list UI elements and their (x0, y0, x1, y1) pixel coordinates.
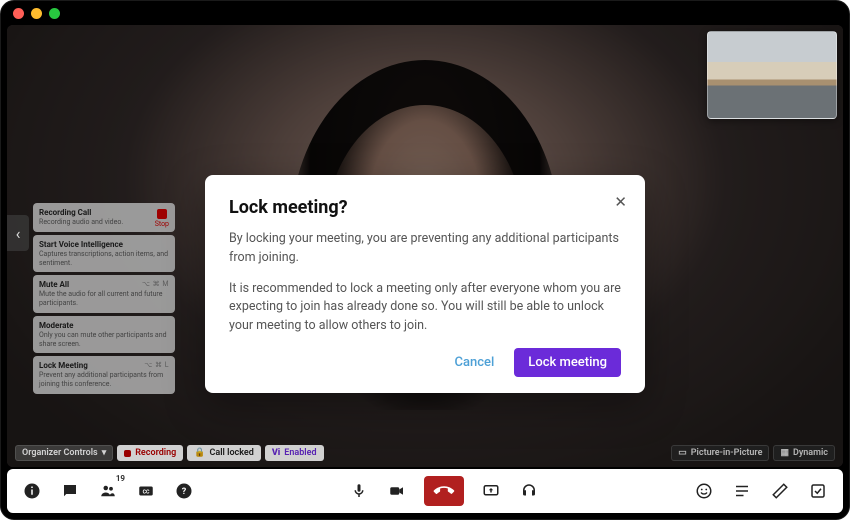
tasks-icon[interactable] (807, 480, 829, 502)
modal-body-1: By locking your meeting, you are prevent… (229, 230, 621, 268)
cc-icon[interactable]: CC (135, 480, 157, 502)
window-zoom-dot[interactable] (49, 8, 60, 19)
video-stage: ‹ Recording Call Recording audio and vid… (7, 25, 843, 467)
notes-icon[interactable] (731, 480, 753, 502)
toolbar-right-group (693, 480, 829, 502)
participants-icon[interactable]: 19 (97, 480, 119, 502)
titlebar (1, 1, 849, 25)
modal-close-button[interactable]: ✕ (610, 189, 631, 215)
toolbar-left-group: 19 CC ? (21, 480, 195, 502)
chat-icon[interactable] (59, 480, 81, 502)
camera-icon[interactable] (386, 480, 408, 502)
svg-text:?: ? (182, 487, 187, 497)
mic-icon[interactable] (348, 480, 370, 502)
close-icon: ✕ (614, 193, 627, 211)
headset-icon[interactable] (518, 480, 540, 502)
modal-body-2: It is recommended to lock a meeting only… (229, 280, 621, 336)
cancel-button[interactable]: Cancel (441, 348, 509, 377)
window-minimize-dot[interactable] (31, 8, 42, 19)
app-window: ‹ Recording Call Recording audio and vid… (0, 0, 850, 520)
lock-meeting-button[interactable]: Lock meeting (514, 348, 621, 377)
svg-text:CC: CC (143, 489, 150, 495)
modal-title: Lock meeting? (229, 197, 621, 218)
modal-actions: Cancel Lock meeting (229, 348, 621, 377)
help-icon[interactable]: ? (173, 480, 195, 502)
window-close-dot[interactable] (13, 8, 24, 19)
info-icon[interactable] (21, 480, 43, 502)
lock-meeting-modal: ✕ Lock meeting? By locking your meeting,… (205, 175, 645, 393)
share-screen-icon[interactable] (480, 480, 502, 502)
whiteboard-icon[interactable] (769, 480, 791, 502)
end-call-button[interactable] (424, 476, 464, 506)
bottom-toolbar: 19 CC ? (7, 469, 843, 513)
reactions-icon[interactable] (693, 480, 715, 502)
participants-count-badge: 19 (114, 474, 127, 483)
toolbar-center-group (348, 476, 540, 506)
